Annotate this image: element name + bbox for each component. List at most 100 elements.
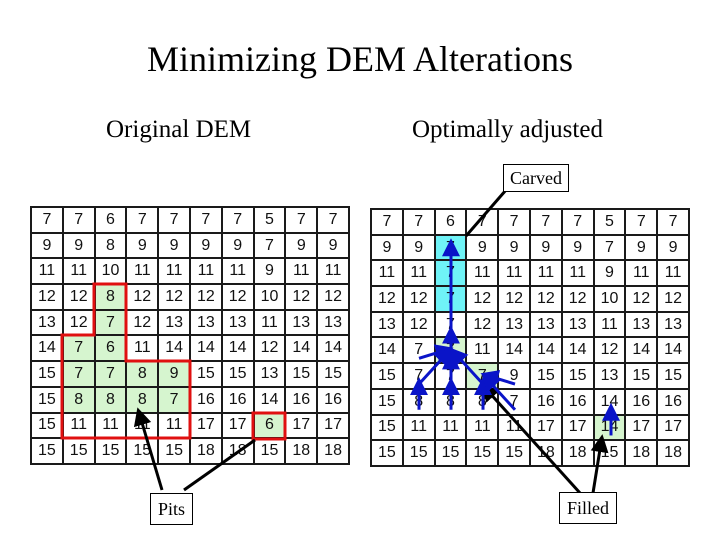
grid-cell: 9 xyxy=(220,231,255,260)
grid-cell: 12 xyxy=(125,308,160,337)
grid-cell: 15 xyxy=(316,360,350,388)
grid-cell: 13 xyxy=(528,310,563,339)
grid-cell: 12 xyxy=(560,285,595,313)
grid-cell: 14 xyxy=(528,336,563,365)
grid-cell: 18 xyxy=(656,439,690,467)
grid-cell: 7 xyxy=(61,206,96,234)
grid-cell: 17 xyxy=(624,413,659,442)
grid-cell: 16 xyxy=(528,387,563,416)
grid-cell: 7 xyxy=(157,206,191,234)
grid-cell: 6 xyxy=(433,208,468,236)
grid-row: 9989999799 xyxy=(30,231,350,260)
grid-cell: 11 xyxy=(465,336,500,365)
grid-cell: 9 xyxy=(30,231,64,260)
grid-row: 15 8 8 8 7 16 16 14 16 16 xyxy=(30,385,350,414)
grid-cell: 9 xyxy=(592,259,627,288)
grid-cell: 9 xyxy=(370,233,404,262)
grid-cell: 11 xyxy=(656,259,690,288)
grid-cell: 12 xyxy=(220,283,255,311)
grid-cell: 11 xyxy=(316,257,350,286)
grid-cell: 13 xyxy=(220,308,255,337)
grid-cell: 13 xyxy=(497,310,531,339)
grid-row: 14 7 6 11 14 14 14 12 14 14 xyxy=(30,334,350,363)
carved-callout: Carved xyxy=(503,164,569,192)
grid-cell: 14 xyxy=(656,336,690,365)
grid-row: 11 11 7 11 11 11 11 9 11 11 xyxy=(370,259,690,288)
grid-cell: 18 xyxy=(220,437,255,465)
grid-cell: 12 xyxy=(252,334,287,363)
grid-cell: 7 xyxy=(433,233,468,262)
grid-cell: 9 xyxy=(560,233,595,262)
grid-cell: 14 xyxy=(370,336,404,365)
grid-cell: 16 xyxy=(560,387,595,416)
grid-cell: 7 xyxy=(93,360,128,388)
grid-cell: 6 xyxy=(93,206,128,234)
grid-cell: 13 xyxy=(656,310,690,339)
grid-cell: 7 xyxy=(93,308,128,337)
grid-cell: 15 xyxy=(252,437,287,465)
grid-cell: 7 xyxy=(433,310,468,339)
filled-callout: Filled xyxy=(559,492,618,524)
grid-cell: 11 xyxy=(624,259,659,288)
grid-cell: 15 xyxy=(93,437,128,465)
grid-cell: 12 xyxy=(284,283,319,311)
grid-cell: 7 xyxy=(528,208,563,236)
grid-cell: 13 xyxy=(252,360,287,388)
grid-cell: 7 xyxy=(401,362,436,390)
grid-cell: 15 xyxy=(61,437,96,465)
grid-cell: 5 xyxy=(252,206,287,234)
grid-cell: 11 xyxy=(284,257,319,286)
grid-cell: 15 xyxy=(656,362,690,390)
grid-cell: 9 xyxy=(157,360,191,388)
grid-cell: 12 xyxy=(656,285,690,313)
grid-cell: 6 xyxy=(252,411,287,440)
grid-cell: 11 xyxy=(93,411,128,440)
grid-cell: 8 xyxy=(93,385,128,414)
grid-cell: 18 xyxy=(188,437,223,465)
grid-cell: 7 xyxy=(30,206,64,234)
grid-cell: 16 xyxy=(656,387,690,416)
grid-cell: 13 xyxy=(370,310,404,339)
grid-cell: 17 xyxy=(560,413,595,442)
grid-cell: 9 xyxy=(157,231,191,260)
grid-cell: 7 xyxy=(188,206,223,234)
grid-cell: 10 xyxy=(93,257,128,286)
grid-cell: 18 xyxy=(528,439,563,467)
original-dem-heading: Original DEM xyxy=(106,116,252,143)
grid-cell: 15 xyxy=(624,362,659,390)
grid-cell: 11 xyxy=(497,259,531,288)
grid-cell: 12 xyxy=(592,336,627,365)
grid-row: 15 8 8 8 7 16 16 14 16 16 xyxy=(370,387,690,416)
grid-cell: 7 xyxy=(61,334,96,363)
grid-cell: 14 xyxy=(624,336,659,365)
grid-cell: 18 xyxy=(284,437,319,465)
grid-cell: 13 xyxy=(157,308,191,337)
grid-cell: 15 xyxy=(370,362,404,390)
grid-row: 9979999799 xyxy=(370,233,690,262)
grid-cell: 18 xyxy=(560,439,595,467)
grid-cell: 7 xyxy=(624,208,659,236)
grid-cell: 7 xyxy=(284,206,319,234)
grid-cell: 12 xyxy=(497,285,531,313)
grid-cell: 11 xyxy=(30,257,64,286)
grid-cell: 9 xyxy=(401,233,436,262)
grid-cell: 13 xyxy=(560,310,595,339)
grid-cell: 12 xyxy=(125,283,160,311)
grid-row: 15 11 11 11 11 17 17 6 17 17 xyxy=(30,411,350,440)
grid-cell: 8 xyxy=(465,387,500,416)
pits-callout: Pits xyxy=(150,493,194,525)
grid-cell: 10 xyxy=(592,285,627,313)
grid-cell: 9 xyxy=(125,231,160,260)
grid-cell: 17 xyxy=(188,411,223,440)
grid-row: 15 7 7 7 9 15 15 13 15 15 xyxy=(370,362,690,390)
grid-cell: 11 xyxy=(125,334,160,363)
grid-cell: 9 xyxy=(284,231,319,260)
grid-cell: 7 xyxy=(433,362,468,390)
grid-cell: 9 xyxy=(316,231,350,260)
grid-cell: 15 xyxy=(284,360,319,388)
grid-cell: 12 xyxy=(61,283,96,311)
grid-cell: 9 xyxy=(528,233,563,262)
grid-cell: 12 xyxy=(61,308,96,337)
grid-cell: 11 xyxy=(465,259,500,288)
grid-cell: 14 xyxy=(316,334,350,363)
